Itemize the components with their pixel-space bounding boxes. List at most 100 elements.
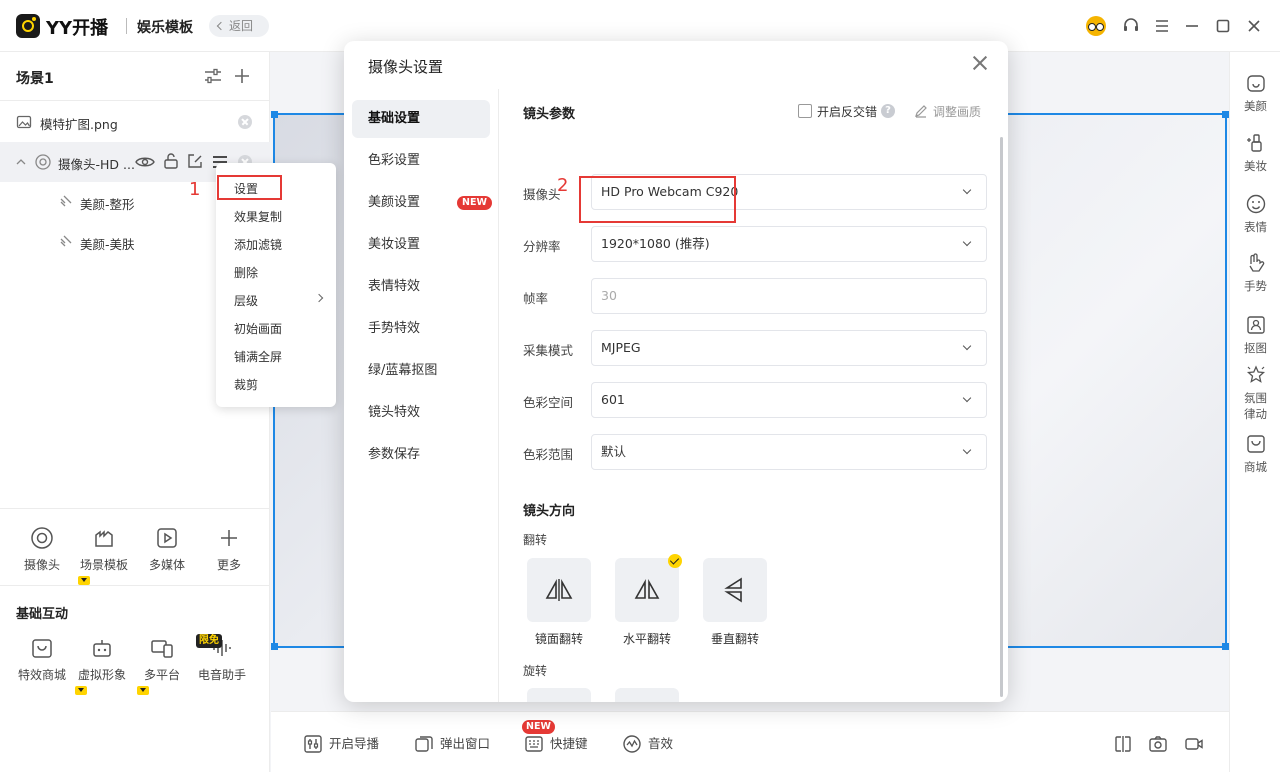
tool-media[interactable]: 多媒体 (137, 526, 197, 573)
vip-badge-icon (137, 686, 149, 695)
remove-source-icon[interactable] (238, 115, 252, 129)
flip-option-label: 垂直翻转 (710, 632, 759, 646)
anti-interlace-label: 开启反交错 (817, 105, 878, 119)
menu-item-delete[interactable]: 删除 (234, 264, 258, 281)
right-item-label: 手势 (1244, 279, 1267, 293)
mascot-avatar-icon[interactable] (1086, 16, 1106, 36)
vertical-flip-icon (724, 577, 742, 603)
right-item-matting[interactable]: 抠图 (1230, 314, 1280, 356)
bottom-item-label: 音效 (648, 736, 674, 751)
minimize-icon[interactable] (1182, 16, 1202, 36)
select-value: 30 (601, 288, 617, 303)
flip-horizontal-tile[interactable] (615, 558, 679, 622)
chevron-down-icon (962, 445, 972, 455)
resize-handle[interactable] (271, 643, 278, 650)
tool-label: 多媒体 (148, 558, 185, 572)
right-item-gesture[interactable]: 手势 (1230, 252, 1280, 294)
menu-item-initial-view[interactable]: 初始画面 (234, 320, 282, 337)
right-item-atmosphere[interactable]: 氛围律动 (1230, 364, 1280, 422)
interaction-effects-store[interactable]: 特效商城 (12, 636, 72, 683)
framerate-input[interactable]: 30 (591, 278, 987, 314)
flip-option-label: 水平翻转 (622, 632, 671, 646)
adjust-sliders-icon[interactable] (203, 68, 223, 84)
tool-more[interactable]: 更多 (199, 526, 259, 573)
chevron-down-icon (962, 237, 972, 247)
field-label-framerate: 帧率 (523, 291, 549, 306)
flip-vertical-tile[interactable] (703, 558, 767, 622)
source-item-image[interactable]: 模特扩图.png (0, 102, 270, 142)
rotate-counterclockwise-tile[interactable] (615, 688, 679, 702)
split-screen-icon[interactable] (1113, 734, 1133, 754)
maximize-icon[interactable] (1213, 16, 1233, 36)
nav-green-screen[interactable]: 绿/蓝幕抠图 (352, 352, 490, 390)
right-item-label: 美颜 (1244, 99, 1267, 113)
nav-makeup-settings[interactable]: 美妆设置 (352, 226, 490, 264)
nav-beauty-settings[interactable]: 美颜设置 NEW (352, 184, 492, 222)
edit-icon[interactable] (186, 152, 204, 170)
color-range-select[interactable]: 默认 (591, 434, 987, 470)
annotation-number: 2 (557, 175, 569, 196)
resize-handle[interactable] (1222, 643, 1229, 650)
menu-icon[interactable] (1152, 16, 1172, 36)
annotation-number: 1 (189, 179, 201, 200)
close-window-icon[interactable] (1244, 16, 1264, 36)
nav-gesture-effects[interactable]: 手势特效 (352, 310, 490, 348)
flip-mirror-tile[interactable] (527, 558, 591, 622)
headset-icon[interactable] (1121, 16, 1141, 36)
nav-save-params[interactable]: 参数保存 (352, 436, 490, 474)
help-icon[interactable]: ? (881, 104, 895, 118)
right-item-beauty[interactable]: 美颜 (1230, 72, 1280, 114)
resize-handle[interactable] (1222, 111, 1229, 118)
back-button[interactable]: 返回 (209, 15, 269, 37)
right-item-makeup[interactable]: 美妆 (1230, 132, 1280, 174)
shortcuts-button[interactable]: 快捷键 (524, 734, 588, 754)
free-badge: 限免 (196, 634, 222, 648)
sound-effects-button[interactable]: 音效 (622, 734, 673, 754)
add-scene-icon[interactable] (233, 67, 251, 85)
makeup-brush-icon (1246, 134, 1262, 152)
tool-label: 更多 (216, 558, 241, 572)
camera-icon (31, 527, 53, 549)
tool-label: 多平台 (143, 668, 180, 682)
menu-item-layer[interactable]: 层级 (234, 292, 258, 309)
tool-camera[interactable]: 摄像头 (12, 526, 72, 573)
select-value: 1920*1080 (推荐) (601, 236, 710, 251)
right-item-store[interactable]: 商城 (1230, 433, 1280, 475)
rotate-clockwise-tile[interactable] (527, 688, 591, 702)
interaction-multi-platform[interactable]: 多平台 (132, 636, 192, 683)
eye-icon[interactable] (135, 154, 155, 170)
bottom-item-label: 弹出窗口 (440, 736, 491, 751)
anti-interlace-checkbox[interactable] (798, 104, 812, 118)
video-record-icon[interactable] (1184, 734, 1204, 754)
lock-icon[interactable] (162, 152, 180, 170)
nav-basic-settings[interactable]: 基础设置 (352, 100, 490, 138)
highlight-box (217, 175, 282, 200)
filter-link-icon (60, 195, 72, 207)
screenshot-camera-icon[interactable] (1148, 734, 1168, 754)
menu-item-add-filter[interactable]: 添加滤镜 (234, 236, 282, 253)
interaction-avatar[interactable]: 虚拟形象 (72, 636, 132, 683)
adjust-quality-link[interactable]: 调整画质 (933, 103, 981, 120)
resolution-select[interactable]: 1920*1080 (推荐) (591, 226, 987, 262)
menu-item-copy-effect[interactable]: 效果复制 (234, 208, 282, 225)
nav-color-settings[interactable]: 色彩设置 (352, 142, 490, 180)
tool-scene-template[interactable]: 场景模板 (74, 526, 134, 573)
mode-title: 娱乐模板 (137, 20, 193, 36)
dialog-scrollbar[interactable] (1000, 137, 1003, 697)
color-space-select[interactable]: 601 (591, 382, 987, 418)
resize-handle[interactable] (271, 111, 278, 118)
nav-emotion-effects[interactable]: 表情特效 (352, 268, 490, 306)
nav-lens-effects[interactable]: 镜头特效 (352, 394, 490, 432)
popup-window-button[interactable]: 弹出窗口 (414, 734, 490, 754)
dialog-body: 镜头参数 开启反交错 ? 调整画质 摄像头 HD Pro Webcam C920… (500, 89, 1008, 702)
capture-mode-select[interactable]: MJPEG (591, 330, 987, 366)
collapse-chevron-icon[interactable] (15, 156, 27, 168)
camera-settings-dialog: 摄像头设置 基础设置 色彩设置 美颜设置 NEW 美妆设置 表情特效 手势特效 … (344, 41, 1008, 702)
menu-item-crop[interactable]: 裁剪 (234, 376, 258, 393)
close-icon[interactable] (972, 55, 988, 71)
menu-item-fill-screen[interactable]: 铺满全屏 (234, 348, 282, 365)
adjust-pen-icon[interactable] (914, 104, 928, 118)
start-director-button[interactable]: 开启导播 (303, 734, 379, 754)
right-item-emotion[interactable]: 表情 (1230, 193, 1280, 235)
new-badge: NEW (522, 720, 555, 734)
